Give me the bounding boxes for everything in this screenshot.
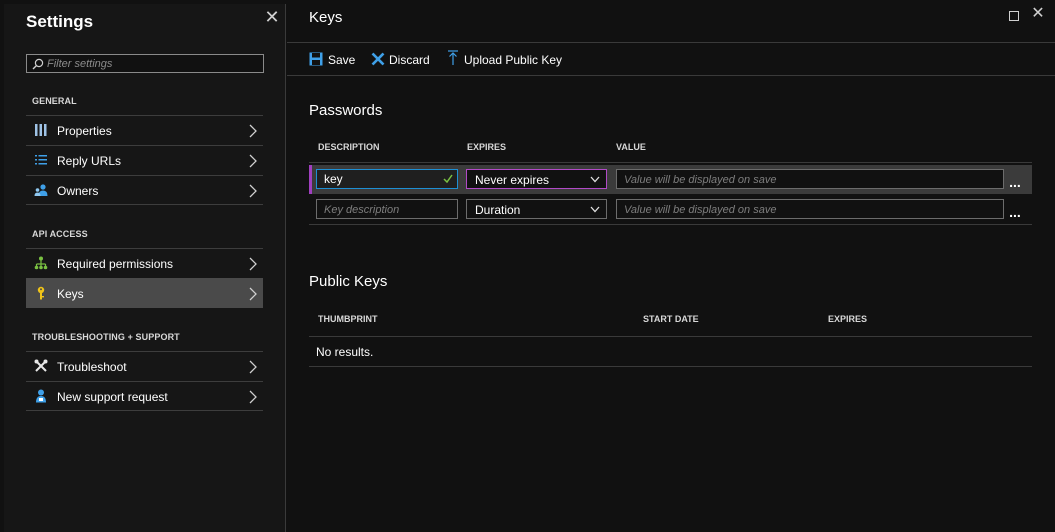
divider xyxy=(309,366,1032,367)
column-header-thumbprint: THUMBPRINT xyxy=(318,314,378,324)
key-description-input[interactable] xyxy=(317,200,457,218)
discard-label: Discard xyxy=(389,53,430,67)
settings-title: Settings xyxy=(26,12,94,31)
sidebar-item-new-support-request[interactable]: New support request xyxy=(26,381,263,411)
upload-public-key-button[interactable]: Upload Public Key xyxy=(447,49,563,71)
sidebar-item-label: Keys xyxy=(57,287,84,301)
duration-select-value: Duration xyxy=(475,203,521,217)
group-heading-general: GENERAL xyxy=(32,96,77,106)
key-icon xyxy=(37,286,45,300)
save-button[interactable]: Save xyxy=(309,49,355,71)
chevron-right-icon xyxy=(249,257,257,271)
nav-list-api-access: Required permissions Keys xyxy=(26,248,263,308)
save-icon xyxy=(309,52,323,66)
search-icon xyxy=(32,58,44,70)
key-description-field[interactable] xyxy=(316,169,458,189)
nav-list-troubleshooting: Troubleshoot New support request xyxy=(26,351,263,411)
key-description-field[interactable] xyxy=(316,199,458,219)
sidebar-item-label: Properties xyxy=(57,124,112,138)
key-description-input[interactable] xyxy=(317,170,457,188)
settings-close-icon[interactable]: ✕ xyxy=(264,8,280,26)
page-title: Keys xyxy=(309,9,343,26)
column-header-start-date: START DATE xyxy=(643,314,699,324)
chevron-right-icon xyxy=(249,154,257,168)
upload-icon xyxy=(448,50,458,65)
users-icon xyxy=(34,184,48,196)
duration-select[interactable]: Duration xyxy=(466,199,607,219)
nav-list-general: Properties Reply URLs Owners xyxy=(26,115,263,205)
sidebar-item-keys[interactable]: Keys xyxy=(26,278,263,308)
expires-select[interactable]: Never expires xyxy=(466,169,607,189)
chevron-right-icon xyxy=(249,390,257,404)
chevron-down-icon xyxy=(590,176,600,183)
save-label: Save xyxy=(328,53,356,67)
column-header-expires: EXPIRES xyxy=(467,142,507,152)
sidebar-item-label: Reply URLs xyxy=(57,154,122,168)
passwords-title: Passwords xyxy=(309,102,383,119)
key-value-input[interactable] xyxy=(617,200,1003,218)
sidebar-item-label: Troubleshoot xyxy=(57,360,127,374)
empty-state-text: No results. xyxy=(316,345,374,359)
key-value-input[interactable] xyxy=(617,170,1003,188)
chevron-right-icon xyxy=(249,287,257,301)
sidebar-item-label: New support request xyxy=(57,390,168,404)
more-options-button[interactable]: ... xyxy=(1006,205,1024,220)
divider xyxy=(309,162,1032,163)
upload-public-key-label: Upload Public Key xyxy=(464,53,563,67)
key-value-field[interactable] xyxy=(616,199,1004,219)
group-heading-troubleshooting: TROUBLESHOOTING + SUPPORT xyxy=(32,332,180,342)
sidebar-item-required-permissions[interactable]: Required permissions xyxy=(26,248,263,278)
divider xyxy=(287,42,1055,43)
discard-button[interactable]: Discard xyxy=(371,49,431,71)
settings-panel: Settings ✕ GENERAL Properties xyxy=(4,4,286,532)
sidebar-item-reply-urls[interactable]: Reply URLs xyxy=(26,145,263,175)
discard-icon xyxy=(371,52,385,66)
person-icon xyxy=(36,389,46,403)
chevron-right-icon xyxy=(249,184,257,198)
sidebar-item-label: Owners xyxy=(57,184,99,198)
column-header-description: DESCRIPTION xyxy=(318,142,380,152)
chevron-right-icon xyxy=(249,124,257,138)
properties-icon xyxy=(35,124,47,136)
expires-select-value: Never expires xyxy=(475,173,550,187)
column-header-value: VALUE xyxy=(616,142,646,152)
maximize-icon[interactable] xyxy=(1009,11,1019,21)
group-heading-api-access: API ACCESS xyxy=(32,229,88,239)
sidebar-item-troubleshoot[interactable]: Troubleshoot xyxy=(26,351,263,381)
more-options-button[interactable]: ... xyxy=(1006,175,1024,190)
divider xyxy=(287,75,1055,76)
divider xyxy=(309,224,1032,225)
wrench-icon xyxy=(34,359,48,372)
divider xyxy=(309,336,1032,337)
sidebar-item-properties[interactable]: Properties xyxy=(26,115,263,145)
hierarchy-icon xyxy=(34,256,48,270)
chevron-right-icon xyxy=(249,360,257,374)
public-keys-title: Public Keys xyxy=(309,273,388,290)
filter-settings-field[interactable] xyxy=(26,54,264,73)
row-selected-indicator xyxy=(309,165,312,194)
keys-panel: Keys ✕ Save Discard Upload Public Key Pa… xyxy=(287,4,1055,532)
chevron-down-icon xyxy=(590,206,600,213)
check-icon xyxy=(443,174,453,183)
sidebar-item-label: Required permissions xyxy=(57,257,174,271)
key-value-field[interactable] xyxy=(616,169,1004,189)
filter-settings-input[interactable] xyxy=(47,56,259,71)
sidebar-item-owners[interactable]: Owners xyxy=(26,175,263,205)
list-icon xyxy=(35,155,47,165)
close-icon[interactable]: ✕ xyxy=(1031,6,1045,23)
column-header-expires: EXPIRES xyxy=(828,314,868,324)
